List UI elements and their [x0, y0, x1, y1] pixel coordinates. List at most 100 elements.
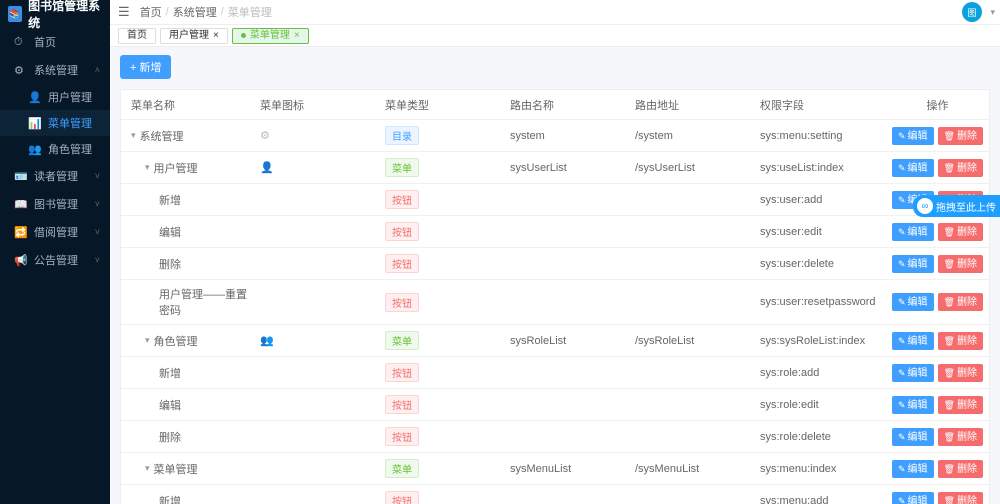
chevron-down-icon: ˅ — [95, 171, 100, 181]
col-route: 路由名称 — [506, 91, 631, 119]
col-ops: 操作 — [886, 91, 989, 119]
tab-user[interactable]: 用户管理× — [160, 28, 228, 44]
nav-reader[interactable]: 🪪读者管理˅ — [0, 162, 110, 190]
cell-route: sysRoleList — [506, 329, 631, 353]
delete-button[interactable]: 🗑删除 — [938, 396, 983, 414]
cell-route — [506, 431, 631, 443]
cell-route — [506, 495, 631, 504]
cell-type: 按钮 — [381, 287, 506, 318]
dashboard-icon: ⏱ — [14, 36, 26, 49]
nav-user[interactable]: 👤用户管理 — [0, 84, 110, 110]
delete-button[interactable]: 🗑删除 — [938, 332, 983, 350]
delete-button[interactable]: 🗑删除 — [938, 293, 983, 311]
nav-notice[interactable]: 📢公告管理˅ — [0, 246, 110, 274]
cell-perm: sys:user:edit — [756, 220, 886, 244]
trash-icon: 🗑 — [944, 496, 955, 504]
float-label: 拖拽至此上传 — [936, 199, 996, 214]
cell-name: 新增 — [121, 359, 256, 387]
caret-down-icon[interactable]: ▾ — [145, 335, 150, 346]
cell-ops: ✎编辑🗑删除 — [886, 249, 989, 279]
delete-button[interactable]: 🗑删除 — [938, 255, 983, 273]
edit-button[interactable]: ✎编辑 — [892, 293, 934, 311]
chevron-down-icon: ˅ — [95, 227, 100, 237]
breadcrumb-system[interactable]: 系统管理 — [173, 4, 217, 20]
avatar-dropdown-icon[interactable]: ▾ — [990, 7, 995, 18]
id-icon: 🪪 — [14, 170, 26, 183]
nav-role[interactable]: 👥角色管理 — [0, 136, 110, 162]
nav-menu[interactable]: 📊菜单管理 — [0, 110, 110, 136]
upload-float-button[interactable]: ∞ 拖拽至此上传 — [913, 195, 1000, 217]
caret-down-icon[interactable]: ▾ — [145, 463, 150, 474]
close-icon[interactable]: × — [213, 28, 219, 44]
edit-button[interactable]: ✎编辑 — [892, 460, 934, 478]
delete-button[interactable]: 🗑删除 — [938, 460, 983, 478]
cell-type: 菜单 — [381, 325, 506, 356]
trash-icon: 🗑 — [944, 368, 955, 378]
cell-ops: ✎编辑🗑删除 — [886, 454, 989, 484]
cell-perm: sys:role:edit — [756, 393, 886, 417]
book-icon: 📖 — [14, 198, 26, 211]
cell-addr — [631, 258, 756, 270]
trash-icon: 🗑 — [944, 297, 955, 307]
nav-borrow[interactable]: 🔁借阅管理˅ — [0, 218, 110, 246]
nav-system[interactable]: ⚙系统管理˄ — [0, 56, 110, 84]
cell-ops: ✎编辑 🗑删除 — [886, 486, 989, 504]
edit-button[interactable]: ✎编辑 — [892, 364, 934, 382]
cell-perm: sys:menu:index — [756, 457, 886, 481]
cell-type: 按钮 — [381, 184, 506, 215]
cell-route — [506, 194, 631, 206]
caret-down-icon[interactable]: ▾ — [131, 130, 136, 141]
delete-button[interactable]: 🗑删除 — [938, 159, 983, 177]
cell-route: system — [506, 124, 631, 148]
sidebar: 📚 图书馆管理系统 ⏱首页 ⚙系统管理˄ 👤用户管理 📊菜单管理 👥角色管理 🪪… — [0, 0, 110, 504]
trash-icon: 🗑 — [944, 227, 955, 237]
pencil-icon: ✎ — [898, 297, 906, 307]
edit-button[interactable]: ✎编辑 — [892, 492, 934, 504]
cell-type: 按钮 — [381, 421, 506, 452]
collapse-icon[interactable]: ☰ — [118, 4, 130, 20]
cell-addr — [631, 431, 756, 443]
trash-icon: 🗑 — [944, 259, 955, 269]
edit-button[interactable]: ✎编辑 — [892, 255, 934, 273]
delete-button[interactable]: 🗑删除 — [938, 364, 983, 382]
table-row: 新增按钮sys:role:add✎编辑🗑删除 — [121, 357, 989, 389]
avatar[interactable]: 图 — [962, 2, 982, 22]
cell-addr — [631, 226, 756, 238]
nav-home[interactable]: ⏱首页 — [0, 28, 110, 56]
nav-book[interactable]: 📖图书管理˅ — [0, 190, 110, 218]
tab-menu[interactable]: 菜单管理× — [232, 28, 309, 44]
edit-button[interactable]: ✎编辑 — [892, 159, 934, 177]
cell-perm: sys:user:add — [756, 188, 886, 212]
edit-button[interactable]: ✎编辑 — [892, 428, 934, 446]
tab-home[interactable]: 首页 — [118, 28, 156, 44]
delete-button[interactable]: 🗑删除 — [938, 127, 983, 145]
cell-icon — [256, 463, 381, 475]
edit-button[interactable]: ✎编辑 — [892, 127, 934, 145]
cell-addr — [631, 399, 756, 411]
trash-icon: 🗑 — [944, 163, 955, 173]
cell-perm: sys:menu:add — [756, 489, 886, 504]
table-header: 菜单名称 菜单图标 菜单类型 路由名称 路由地址 权限字段 操作 — [121, 90, 989, 120]
edit-button[interactable]: ✎编辑 — [892, 396, 934, 414]
edit-button[interactable]: ✎编辑 — [892, 223, 934, 241]
cell-name: ▾菜单管理 — [121, 455, 256, 483]
delete-button[interactable]: 🗑删除 — [938, 492, 983, 504]
delete-button[interactable]: 🗑删除 — [938, 223, 983, 241]
edit-button[interactable]: ✎编辑 — [892, 332, 934, 350]
user-icon: 👤 — [28, 91, 40, 104]
chevron-down-icon: ˅ — [95, 199, 100, 209]
add-button[interactable]: + 新增 — [120, 55, 171, 79]
cell-icon — [256, 226, 381, 238]
cell-route — [506, 258, 631, 270]
cell-type: 菜单 — [381, 152, 506, 183]
caret-down-icon[interactable]: ▾ — [145, 162, 150, 173]
breadcrumb-home[interactable]: 首页 — [140, 4, 162, 20]
cell-addr — [631, 194, 756, 206]
cell-route — [506, 296, 631, 308]
cell-name: 新增 — [121, 487, 256, 504]
delete-button[interactable]: 🗑删除 — [938, 428, 983, 446]
cell-addr: /sysUserList — [631, 156, 756, 180]
chevron-up-icon: ˄ — [95, 65, 100, 75]
close-icon[interactable]: × — [294, 28, 300, 44]
app-logo: 📚 图书馆管理系统 — [0, 0, 110, 28]
